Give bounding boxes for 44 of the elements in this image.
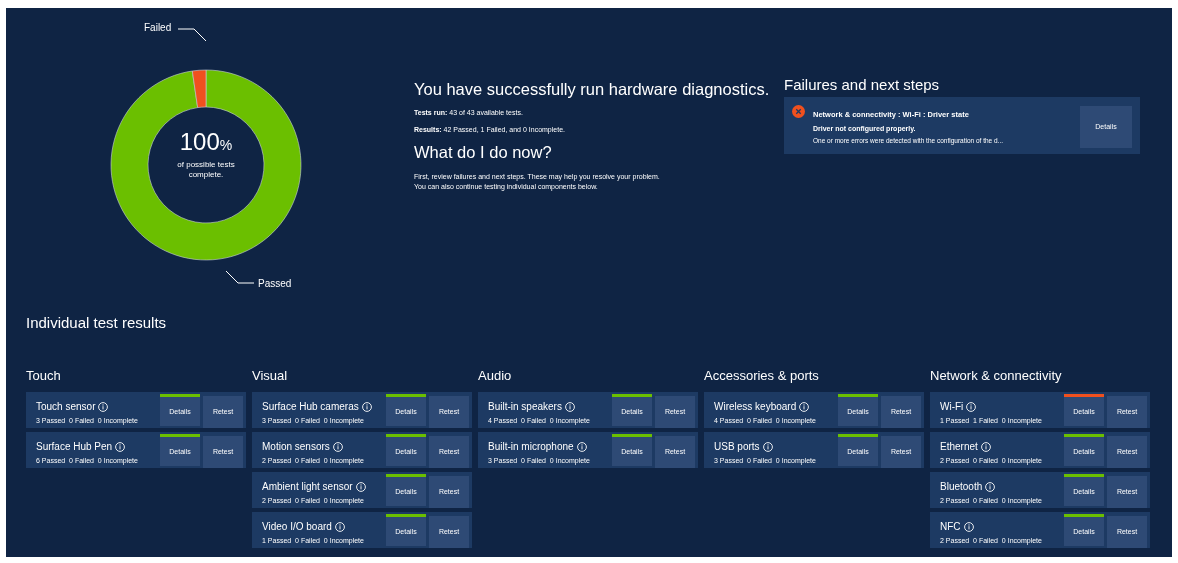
percent-value: 100% [179, 128, 233, 155]
section-heading: What do I do now? [414, 143, 553, 162]
chart-label: Failed [144, 22, 172, 33]
info-icon[interactable] [564, 401, 575, 412]
leader-line [225, 270, 255, 284]
test-name: Wireless keyboard [714, 401, 797, 412]
section-heading: Failures and next steps [784, 76, 941, 93]
info-icon[interactable] [576, 441, 587, 452]
info-icon[interactable] [334, 521, 345, 532]
test-name: Surface Hub Pen [36, 441, 113, 452]
error-icon [792, 105, 805, 118]
summary-title: You have successfully run hardware diagnostics. [414, 80, 771, 99]
info-icon[interactable] [115, 441, 126, 452]
info-icon[interactable] [98, 401, 109, 412]
test-name: Built-in speakers [488, 401, 562, 412]
percent-caption: of possible tests complete. [176, 160, 236, 181]
chart-label: Passed [258, 278, 292, 289]
test-name: Ethernet [940, 441, 978, 452]
test-name: Video I/O board [262, 521, 332, 532]
test-name: Built-in microphone [488, 441, 574, 452]
info-icon[interactable] [361, 401, 372, 412]
info-icon[interactable] [985, 481, 996, 492]
info-icon[interactable] [799, 401, 810, 412]
test-name: Bluetooth [940, 481, 983, 492]
info-icon[interactable] [332, 441, 343, 452]
test-name: Surface Hub cameras [262, 401, 359, 412]
test-name: NFC [940, 521, 961, 532]
section-heading: Individual test results [26, 314, 168, 331]
test-name: Wi-Fi [940, 401, 964, 412]
info-icon[interactable] [980, 441, 991, 452]
group-heading: Visual [252, 368, 289, 383]
test-name: USB ports [714, 441, 760, 452]
group-heading: Accessories & ports [704, 368, 820, 383]
info-icon[interactable] [966, 401, 977, 412]
test-name: Touch sensor [36, 401, 96, 412]
info-icon[interactable] [355, 481, 366, 492]
test-name: Ambient light sensor [262, 481, 353, 492]
group-heading: Network & connectivity [930, 368, 1063, 383]
group-heading: Touch [26, 368, 62, 383]
test-name: Motion sensors [262, 441, 330, 452]
group-heading: Audio [478, 368, 513, 383]
leader-line [177, 28, 207, 42]
info-icon[interactable] [762, 441, 773, 452]
info-icon[interactable] [963, 521, 974, 532]
